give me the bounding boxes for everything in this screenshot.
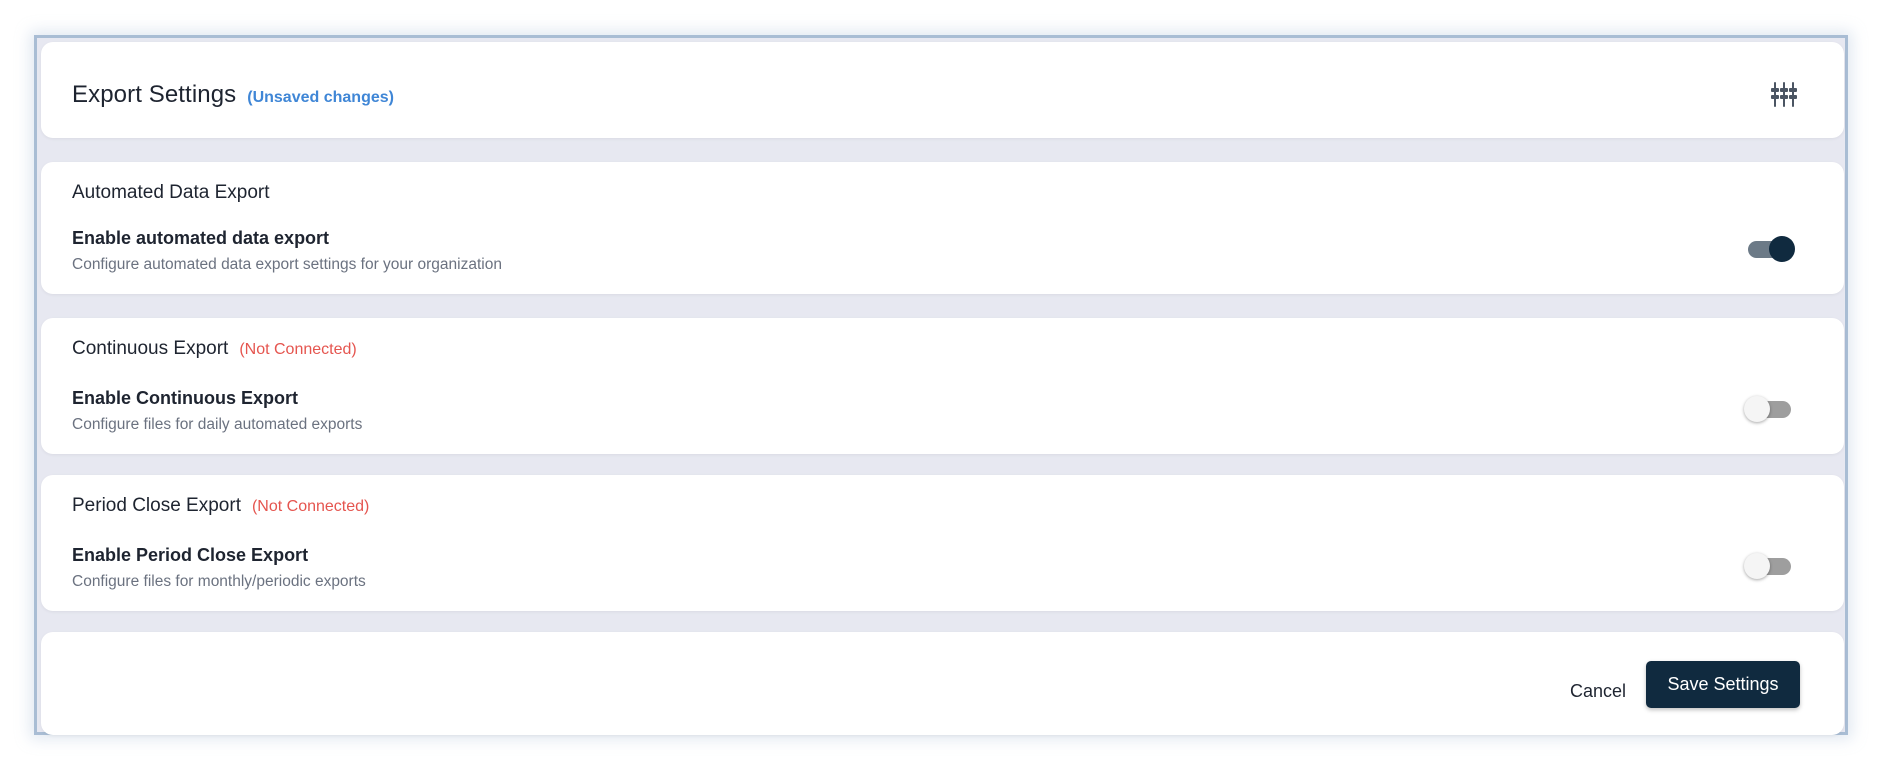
- sliders-icon[interactable]: [1769, 79, 1799, 109]
- section-title-row: Period Close Export (Not Connected): [72, 495, 369, 517]
- section-title: Period Close Export: [72, 495, 241, 516]
- option-label: Enable automated data export: [72, 228, 330, 248]
- toggle-knob: [1769, 236, 1795, 262]
- section-title: Continuous Export: [72, 338, 229, 359]
- section-title-row: Continuous Export (Not Connected): [72, 338, 357, 360]
- section-title: Automated Data Export: [72, 182, 270, 203]
- toggle-knob: [1744, 396, 1770, 422]
- option-description: Configure files for daily automated expo…: [72, 416, 363, 433]
- option-description: Configure files for monthly/periodic exp…: [72, 573, 366, 590]
- period-close-export-section: Period Close Export (Not Connected) Enab…: [41, 475, 1844, 611]
- export-settings-panel: Export Settings (Unsaved changes) Automa…: [34, 35, 1848, 735]
- continuous-export-toggle[interactable]: [1744, 396, 1794, 422]
- footer-card: Cancel Save Settings: [41, 632, 1844, 735]
- continuous-export-section: Continuous Export (Not Connected) Enable…: [41, 318, 1844, 454]
- toggle-knob: [1744, 553, 1770, 579]
- not-connected-badge: (Not Connected): [239, 341, 357, 358]
- title-row: Export Settings (Unsaved changes): [72, 81, 394, 109]
- automated-data-export-section: Automated Data Export Enable automated d…: [41, 162, 1844, 294]
- page-title: Export Settings: [72, 81, 237, 108]
- section-title-row: Automated Data Export: [72, 182, 270, 204]
- save-settings-button[interactable]: Save Settings: [1646, 661, 1800, 708]
- option-description: Configure automated data export settings…: [72, 256, 502, 273]
- not-connected-badge: (Not Connected): [251, 498, 370, 515]
- cancel-button[interactable]: Cancel: [1564, 669, 1632, 713]
- header-card: Export Settings (Unsaved changes): [41, 42, 1844, 138]
- unsaved-changes-badge: (Unsaved changes): [247, 89, 394, 106]
- option-label: Enable Period Close Export: [72, 545, 309, 565]
- automated-data-export-toggle[interactable]: [1745, 236, 1795, 262]
- period-close-export-toggle[interactable]: [1744, 553, 1794, 579]
- option-label: Enable Continuous Export: [72, 388, 299, 408]
